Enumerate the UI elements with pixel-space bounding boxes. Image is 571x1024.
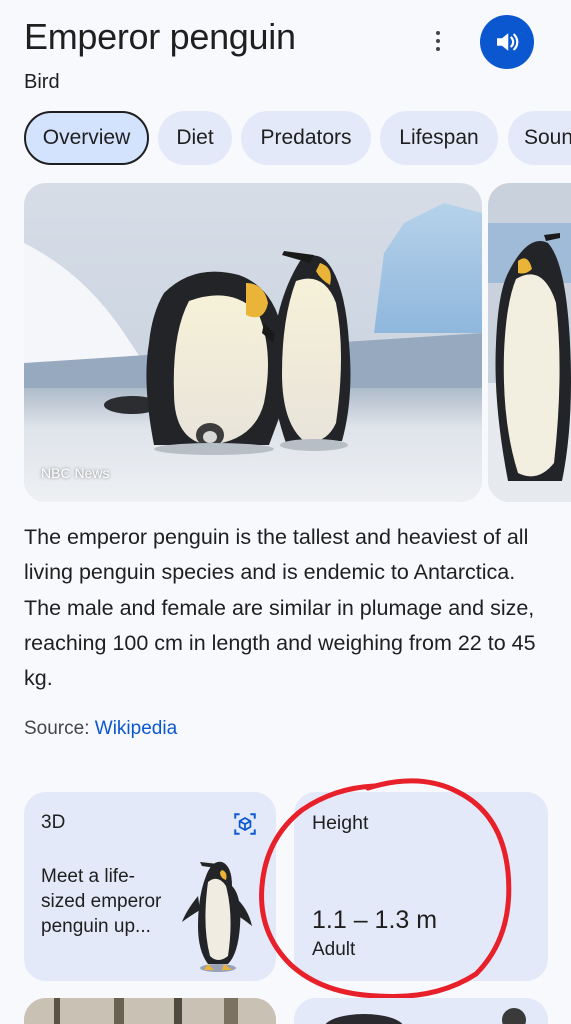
penguin-3d-thumbnail <box>182 861 252 972</box>
tab-diet[interactable]: Diet <box>158 111 232 165</box>
penguin-photo[interactable]: NBC News <box>24 183 482 502</box>
source-label: Source: <box>24 718 90 739</box>
page-title: Emperor penguin <box>24 16 296 57</box>
more-vert-icon[interactable] <box>424 26 452 56</box>
speaker-icon <box>497 33 519 51</box>
tab-sounds[interactable]: Soun <box>508 111 571 165</box>
penguin-photo-2[interactable] <box>488 183 571 502</box>
tab-overview[interactable]: Overview <box>24 111 149 165</box>
description-text: The emperor penguin is the tallest and h… <box>24 525 536 691</box>
tab-bar: Overview Diet Predators Lifespan Soun <box>24 111 571 165</box>
source-line: Source: Wikipedia <box>24 718 177 740</box>
card-gallery[interactable] <box>24 998 276 1024</box>
height-value: 1.1 – 1.3 m <box>312 906 438 934</box>
card-more[interactable] <box>294 998 548 1024</box>
card-3d-text: Meet a life-sized emperor penguin up... <box>41 866 162 937</box>
sound-button[interactable] <box>480 15 534 69</box>
height-qualifier: Adult <box>312 939 356 960</box>
card-3d-label: 3D <box>41 812 66 833</box>
entity-type: Bird <box>24 71 60 93</box>
card-height-label: Height <box>312 812 369 834</box>
view-in-ar-icon <box>234 813 256 835</box>
tab-predators[interactable]: Predators <box>241 111 371 165</box>
tab-lifespan[interactable]: Lifespan <box>380 111 498 165</box>
source-link[interactable]: Wikipedia <box>95 718 177 739</box>
image-credit: NBC News <box>41 465 110 481</box>
